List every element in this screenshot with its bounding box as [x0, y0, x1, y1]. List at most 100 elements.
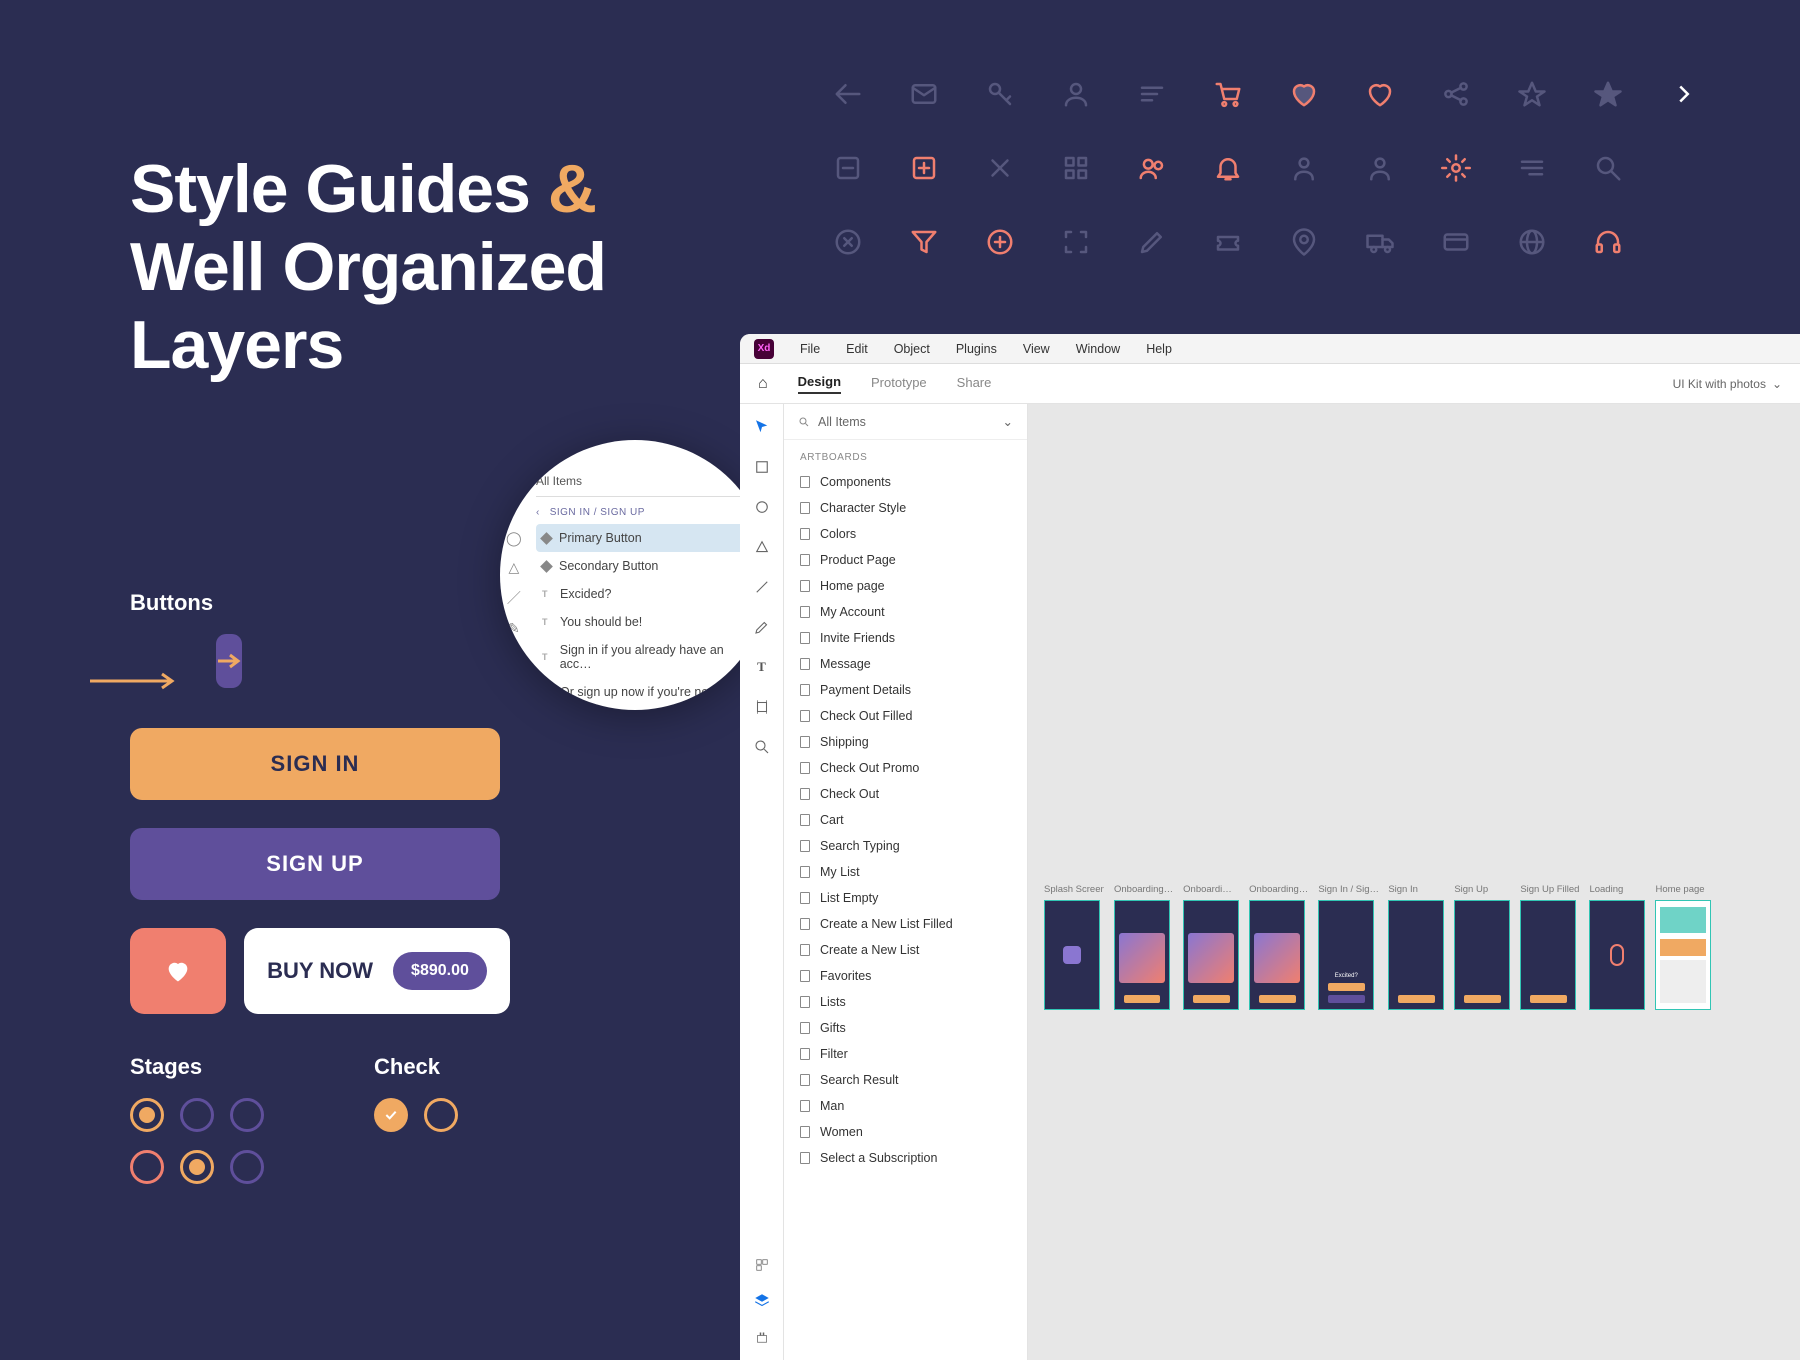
layers-icon[interactable] — [753, 1292, 771, 1310]
bubble-filter[interactable]: All Items — [536, 474, 760, 497]
artboard-item[interactable]: Filter — [784, 1041, 1027, 1067]
stage-dot[interactable] — [130, 1098, 164, 1132]
panel-filter[interactable]: All Items ⌄ — [784, 404, 1027, 440]
tab-design[interactable]: Design — [798, 374, 841, 394]
artboard-tool-icon[interactable] — [753, 698, 771, 716]
artboard-label: Favorites — [820, 969, 871, 983]
stage-dot[interactable] — [180, 1150, 214, 1184]
artboard-item[interactable]: My Account — [784, 599, 1027, 625]
sign-up-button[interactable]: SIGN UP — [130, 828, 500, 900]
artboard-label: Create a New List — [820, 943, 919, 957]
layer-item[interactable]: TYou should be! — [536, 608, 760, 636]
artboard-item[interactable]: Favorites — [784, 963, 1027, 989]
menu-help[interactable]: Help — [1146, 342, 1172, 356]
plugins-icon[interactable] — [753, 1328, 771, 1346]
text-layer-icon: T — [542, 687, 552, 697]
sign-in-button[interactable]: SIGN IN — [130, 728, 500, 800]
artboard-label: Message — [820, 657, 871, 671]
artboard-item[interactable]: Colors — [784, 521, 1027, 547]
menu-edit[interactable]: Edit — [846, 342, 868, 356]
artboard-thumbnail[interactable]: Loading — [1589, 884, 1645, 1010]
artboard-item[interactable]: List Empty — [784, 885, 1027, 911]
arrow-button[interactable] — [216, 634, 242, 688]
menu-view[interactable]: View — [1023, 342, 1050, 356]
check-dot-outline[interactable] — [424, 1098, 458, 1132]
artboard-item[interactable]: Components — [784, 469, 1027, 495]
plus-square-icon — [886, 139, 962, 197]
artboard-thumbnail[interactable]: Sign Up Filled — [1520, 884, 1579, 1010]
ellipse-tool-icon[interactable] — [753, 498, 771, 516]
artboard-item[interactable]: Message — [784, 651, 1027, 677]
artboard-thumbnail[interactable]: Sign In / Sig…Excited? — [1318, 884, 1378, 1010]
artboard-item[interactable]: Create a New List — [784, 937, 1027, 963]
document-title-text: UI Kit with photos — [1673, 377, 1766, 391]
zoom-tool-icon[interactable] — [753, 738, 771, 756]
pen-tool-icon[interactable] — [753, 618, 771, 636]
xd-window: Xd FileEditObjectPluginsViewWindowHelp ⌂… — [740, 334, 1800, 1360]
layer-item[interactable]: Primary Button — [536, 524, 760, 552]
artboard-icon — [800, 684, 810, 696]
artboard-item[interactable]: Home page — [784, 573, 1027, 599]
menu-window[interactable]: Window — [1076, 342, 1120, 356]
line-tool-icon[interactable] — [753, 578, 771, 596]
user-icon — [1038, 65, 1114, 123]
breadcrumb-back-icon[interactable]: ‹ — [536, 507, 540, 518]
artboard-thumbnail[interactable]: Sign In — [1388, 884, 1444, 1010]
stage-dot[interactable] — [230, 1150, 264, 1184]
menu-file[interactable]: File — [800, 342, 820, 356]
artboard-item[interactable]: Check Out — [784, 781, 1027, 807]
buy-now-card[interactable]: BUY NOW $890.00 — [244, 928, 510, 1014]
artboard-item[interactable]: Product Page — [784, 547, 1027, 573]
home-icon[interactable]: ⌂ — [758, 375, 768, 393]
rectangle-tool-icon[interactable] — [753, 458, 771, 476]
artboard-item[interactable]: Check Out Filled — [784, 703, 1027, 729]
check-dot-filled[interactable] — [374, 1098, 408, 1132]
artboard-item[interactable]: Select a Subscription — [784, 1145, 1027, 1171]
artboard-item[interactable]: Check Out Promo — [784, 755, 1027, 781]
artboard-item[interactable]: Gifts — [784, 1015, 1027, 1041]
text-tool-icon[interactable]: T — [753, 658, 771, 676]
minus-square-icon — [810, 139, 886, 197]
select-tool-icon[interactable] — [753, 418, 771, 436]
stage-dot[interactable] — [180, 1098, 214, 1132]
buttons-showcase: Buttons SIGN IN SIGN UP BUY NOW $890.00 … — [130, 590, 510, 1202]
layer-item[interactable]: Secondary Button — [536, 552, 760, 580]
artboard-item[interactable]: Character Style — [784, 495, 1027, 521]
artboard-item[interactable]: Search Result — [784, 1067, 1027, 1093]
sign-in-label: SIGN IN — [271, 751, 360, 777]
tab-share[interactable]: Share — [957, 375, 992, 393]
artboard-item[interactable]: Man — [784, 1093, 1027, 1119]
document-title[interactable]: UI Kit with photos ⌄ — [1673, 377, 1782, 391]
artboard-item[interactable]: My List — [784, 859, 1027, 885]
arrow-button-sample — [130, 634, 210, 728]
layers-panel: All Items ⌄ ARTBOARDS ComponentsCharacte… — [784, 404, 1028, 1360]
menu-plugins[interactable]: Plugins — [956, 342, 997, 356]
layer-item[interactable]: TExcided? — [536, 580, 760, 608]
menu-object[interactable]: Object — [894, 342, 930, 356]
artboard-thumbnail[interactable]: Onboarding… — [1114, 884, 1173, 1010]
stage-dot[interactable] — [130, 1150, 164, 1184]
artboard-thumbnail[interactable]: Splash Screen — [1044, 884, 1104, 1010]
layer-item[interactable]: TSign in if you already have an acc… — [536, 636, 760, 678]
artboard-item[interactable]: Search Typing — [784, 833, 1027, 859]
artboard-item[interactable]: Lists — [784, 989, 1027, 1015]
xd-canvas[interactable]: Splash ScreenOnboarding…Onboardi…Onboard… — [1028, 404, 1800, 1360]
artboard-item[interactable]: Create a New List Filled — [784, 911, 1027, 937]
artboard-thumbnail[interactable]: Sign Up — [1454, 884, 1510, 1010]
artboard-item[interactable]: Cart — [784, 807, 1027, 833]
artboard-thumbnail[interactable]: Home page — [1655, 884, 1711, 1010]
artboard-item[interactable]: Payment Details — [784, 677, 1027, 703]
stage-dot[interactable] — [230, 1098, 264, 1132]
hero-line3: Layers — [130, 307, 343, 383]
heart-fill-icon — [1266, 65, 1342, 123]
tab-prototype[interactable]: Prototype — [871, 375, 927, 393]
artboard-thumbnail[interactable]: Onboardi… — [1183, 884, 1239, 1010]
artboard-item[interactable]: Shipping — [784, 729, 1027, 755]
artboard-item[interactable]: Invite Friends — [784, 625, 1027, 651]
artboard-item[interactable]: Women — [784, 1119, 1027, 1145]
favorite-button[interactable] — [130, 928, 226, 1014]
polygon-tool-icon[interactable] — [753, 538, 771, 556]
layer-item[interactable]: TOr sign up now if you're new — [536, 678, 760, 706]
artboard-thumbnail[interactable]: Onboarding… — [1249, 884, 1308, 1010]
assets-icon[interactable] — [753, 1256, 771, 1274]
